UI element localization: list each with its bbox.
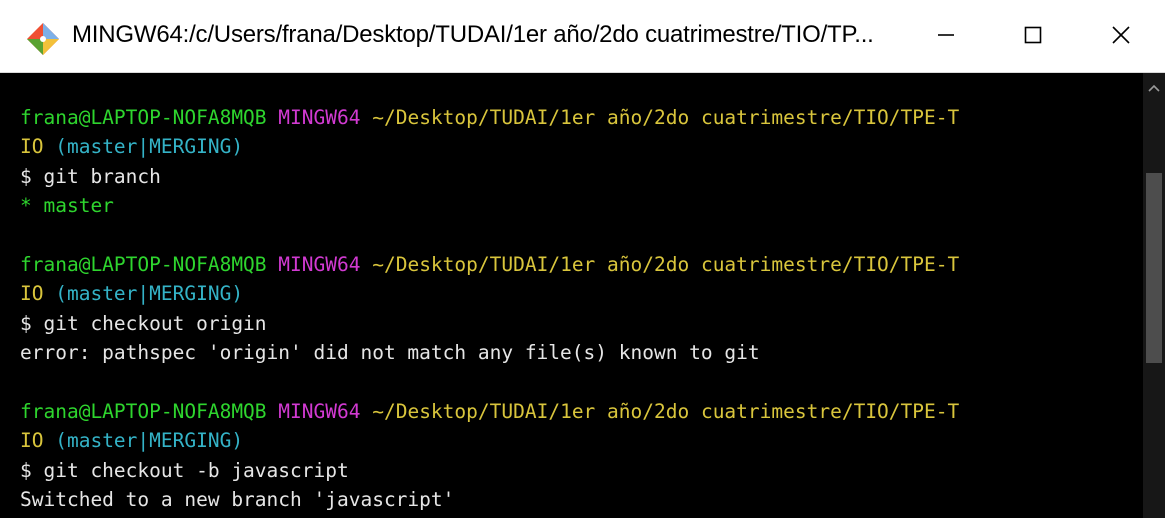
command-output: * master xyxy=(20,194,114,218)
minimize-icon xyxy=(938,34,954,36)
git-diamond-icon xyxy=(26,22,60,56)
prompt-env: MINGW64 xyxy=(278,106,361,129)
prompt-user: frana@LAPTOP-NOFA8MQB xyxy=(20,106,267,129)
git-bash-window: MINGW64:/c/Users/frana/Desktop/TUDAI/1er… xyxy=(0,0,1165,518)
prompt-line: frana@LAPTOP-NOFA8MQB MINGW64 ~/Desktop/… xyxy=(20,250,959,279)
command-line: $ git branch xyxy=(20,164,161,188)
prompt-branch: (master|MERGING) xyxy=(55,282,244,306)
prompt-branch: (master|MERGING) xyxy=(55,429,244,453)
minimize-button[interactable] xyxy=(903,0,989,70)
prompt-line: frana@LAPTOP-NOFA8MQB MINGW64 ~/Desktop/… xyxy=(20,103,959,132)
prompt-env: MINGW64 xyxy=(278,252,361,276)
terminal-output[interactable]: frana@LAPTOP-NOFA8MQB MINGW64 ~/Desktop/… xyxy=(0,73,1143,518)
prompt-branch: (master|MERGING) xyxy=(55,135,244,159)
prompt-path-wrap: IO xyxy=(20,135,44,159)
prompt-user: frana@LAPTOP-NOFA8MQB xyxy=(20,252,267,276)
window-title: MINGW64:/c/Users/frana/Desktop/TUDAI/1er… xyxy=(72,21,874,48)
close-icon xyxy=(1112,26,1130,44)
command-output: error: pathspec 'origin' did not match a… xyxy=(20,341,760,365)
prompt-line: frana@LAPTOP-NOFA8MQB MINGW64 ~/Desktop/… xyxy=(20,397,959,426)
vertical-scrollbar[interactable] xyxy=(1143,73,1165,518)
prompt-path: ~/Desktop/TUDAI/1er año/2do cuatrimestre… xyxy=(372,252,960,276)
prompt-line-wrap: IO (master|MERGING) xyxy=(20,426,959,455)
prompt-env: MINGW64 xyxy=(278,399,361,423)
command-line: $ git checkout origin xyxy=(20,311,267,335)
prompt-path-wrap: IO xyxy=(20,429,44,453)
maximize-button[interactable] xyxy=(990,0,1076,70)
close-button[interactable] xyxy=(1078,0,1164,70)
prompt-path: ~/Desktop/TUDAI/1er año/2do cuatrimestre… xyxy=(372,106,960,129)
prompt-line-wrap: IO (master|MERGING) xyxy=(20,279,959,308)
prompt-line-wrap: IO (master|MERGING) xyxy=(20,132,959,161)
maximize-icon xyxy=(1024,26,1042,44)
scrollbar-thumb[interactable] xyxy=(1146,173,1162,363)
prompt-path: ~/Desktop/TUDAI/1er año/2do cuatrimestre… xyxy=(372,399,960,423)
command-output: Switched to a new branch 'javascript' xyxy=(20,488,455,512)
title-bar[interactable]: MINGW64:/c/Users/frana/Desktop/TUDAI/1er… xyxy=(0,0,1165,73)
prompt-user: frana@LAPTOP-NOFA8MQB xyxy=(20,399,267,423)
scroll-up-arrow-icon[interactable] xyxy=(1147,83,1161,93)
command-line: $ git checkout -b javascript xyxy=(20,458,349,482)
prompt-path-wrap: IO xyxy=(20,282,44,306)
